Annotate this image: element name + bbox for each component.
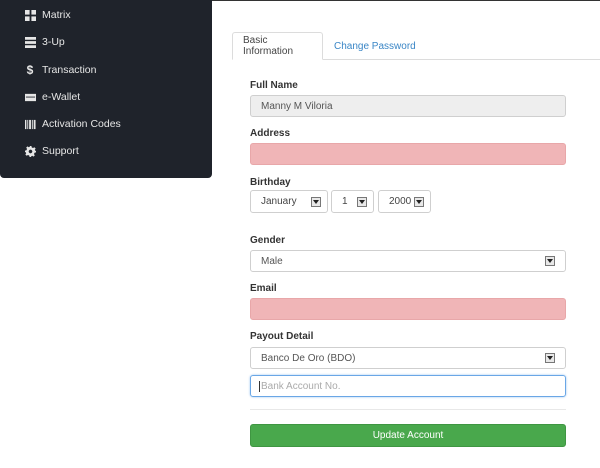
bank-account-placeholder: Bank Account No. [261, 380, 341, 392]
sidebar-item-3up[interactable]: 3-Up [24, 33, 65, 51]
sidebar-item-ewallet[interactable]: e-Wallet [24, 88, 80, 106]
chevron-down-icon [545, 256, 555, 266]
birthday-month-value: January [261, 196, 297, 207]
full-name-label: Full Name [250, 80, 298, 91]
birthday-year-value: 2000 [389, 196, 412, 207]
top-border [212, 0, 600, 1]
credit-card-icon [24, 91, 36, 103]
birthday-day-select[interactable]: 1 [331, 190, 374, 213]
gender-value: Male [261, 255, 283, 267]
birthday-month-select[interactable]: January [250, 190, 328, 213]
form-divider [250, 409, 566, 410]
sidebar-item-label: Matrix [42, 9, 71, 21]
tab-basic-information[interactable]: Basic Information [232, 32, 323, 60]
dollar-icon: $ [26, 63, 34, 77]
address-label: Address [250, 128, 291, 139]
payout-detail-select[interactable]: Banco De Oro (BDO) [250, 347, 566, 369]
bank-account-input[interactable]: Bank Account No. [250, 375, 566, 397]
sidebar-item-label: Activation Codes [42, 118, 121, 130]
sidebar-item-matrix[interactable]: Matrix [24, 6, 71, 24]
email-field[interactable] [250, 298, 566, 320]
chevron-down-icon [311, 196, 321, 207]
chevron-down-icon [357, 196, 367, 207]
sidebar-item-transaction[interactable]: $ Transaction [24, 61, 97, 79]
gender-label: Gender [250, 235, 286, 246]
sidebar-item-label: Transaction [42, 64, 97, 76]
grid-icon [24, 9, 36, 21]
sidebar-item-activation-codes[interactable]: Activation Codes [24, 115, 121, 133]
tab-change-password[interactable]: Change Password [324, 32, 426, 60]
sidebar-item-label: 3-Up [42, 36, 65, 48]
text-caret [259, 380, 260, 392]
gear-icon [24, 145, 36, 157]
birthday-label: Birthday [250, 177, 291, 188]
sidebar-item-label: Support [42, 145, 79, 157]
chevron-down-icon [545, 353, 555, 363]
birthday-day-value: 1 [342, 196, 348, 207]
barcode-icon [24, 118, 36, 130]
birthday-year-select[interactable]: 2000 [378, 190, 431, 213]
email-label: Email [250, 283, 277, 294]
full-name-value: Manny M Viloria [261, 100, 333, 112]
full-name-field[interactable]: Manny M Viloria [250, 95, 566, 117]
chevron-down-icon [414, 196, 424, 207]
server-icon [24, 36, 36, 48]
sidebar: Matrix 3-Up $ Transaction e-Wallet Activ… [0, 0, 212, 178]
gender-select[interactable]: Male [250, 250, 566, 272]
address-field[interactable] [250, 143, 566, 165]
payout-detail-label: Payout Detail [250, 331, 314, 342]
tab-bar: Basic Information Change Password [232, 32, 600, 60]
sidebar-item-label: e-Wallet [42, 91, 81, 103]
payout-detail-value: Banco De Oro (BDO) [261, 352, 356, 364]
sidebar-item-support[interactable]: Support [24, 142, 79, 160]
update-account-button[interactable]: Update Account [250, 424, 566, 447]
